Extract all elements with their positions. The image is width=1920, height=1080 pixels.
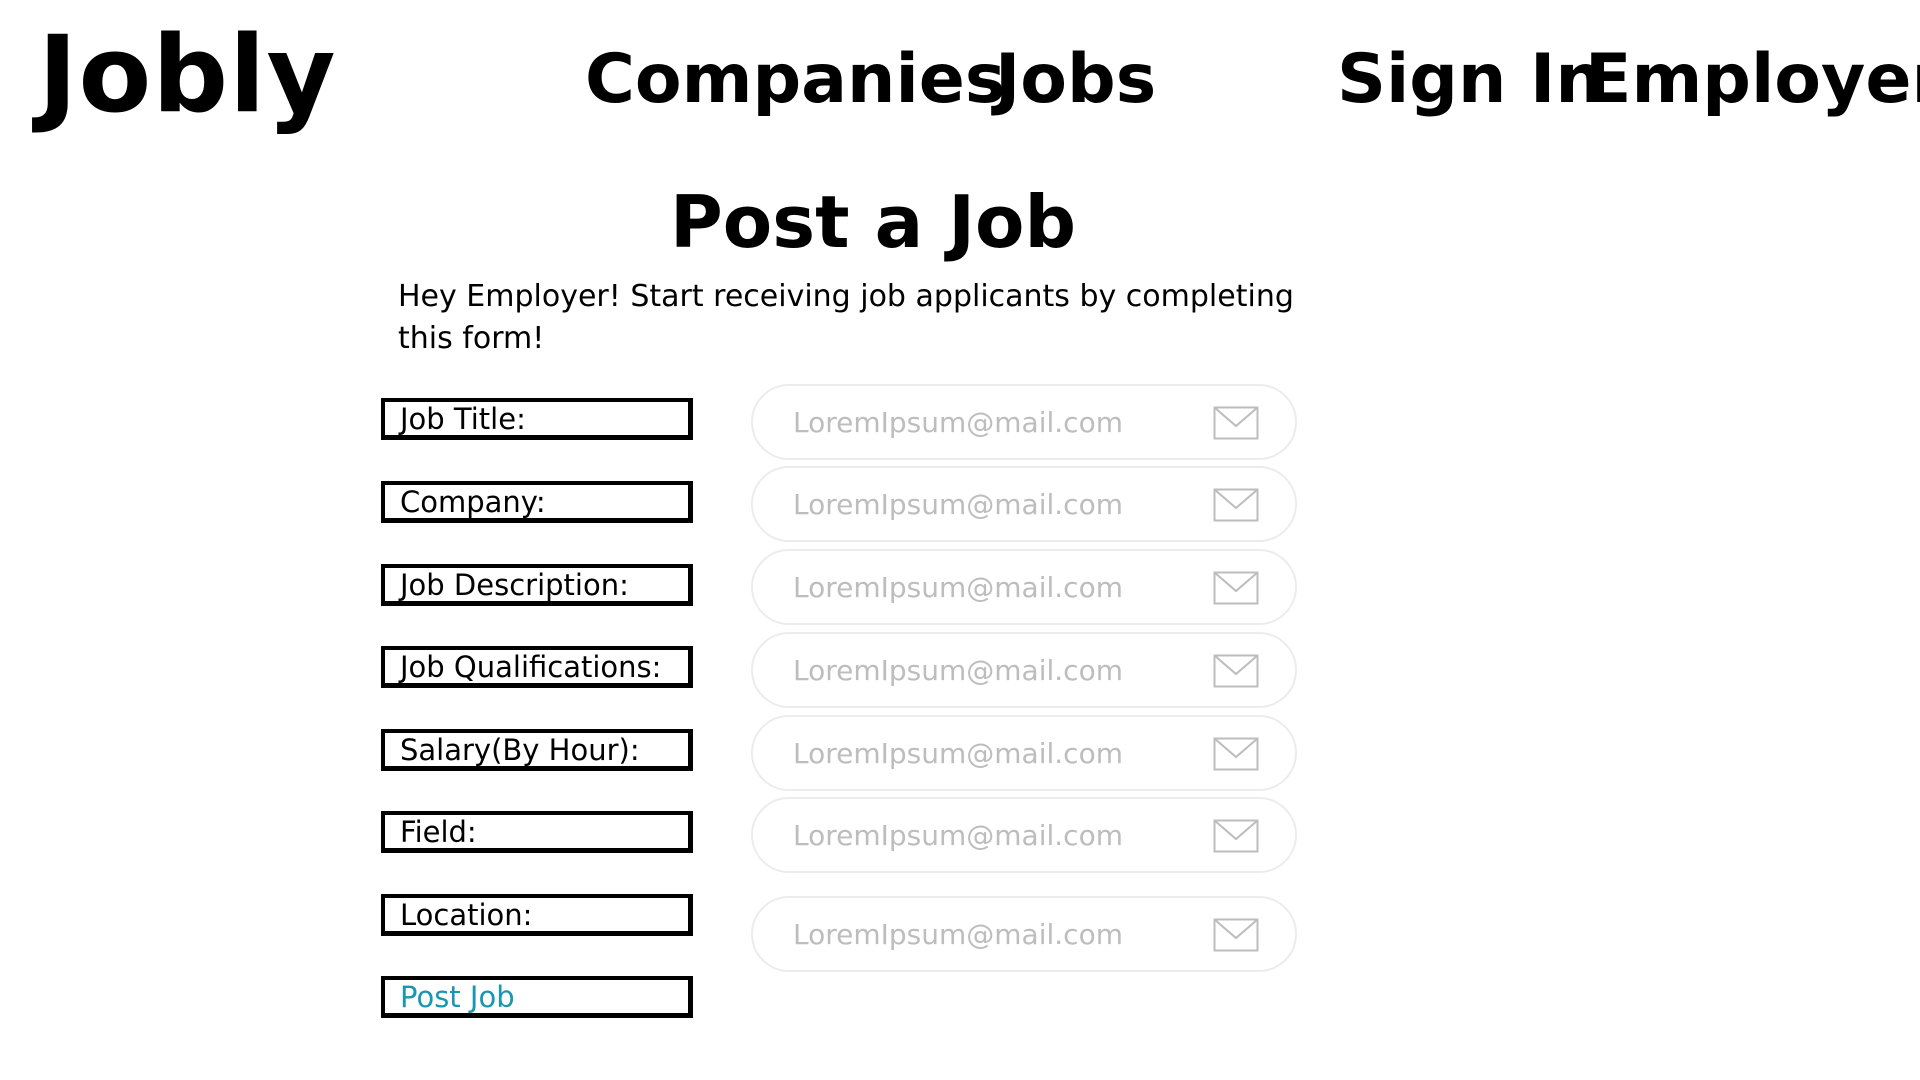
salary-input[interactable]: [793, 731, 1173, 775]
job-qualifications-label: Job Qualifications:: [381, 646, 693, 688]
salary-label: Salary(By Hour):: [381, 729, 693, 771]
salary-field[interactable]: [751, 715, 1297, 791]
company-field[interactable]: [751, 466, 1297, 542]
logo[interactable]: Jobly: [38, 22, 337, 128]
job-qualifications-input[interactable]: [793, 648, 1173, 692]
intro-text: Hey Employer! Start receiving job applic…: [398, 279, 1294, 356]
location-field[interactable]: [751, 896, 1297, 972]
mail-icon: [1213, 571, 1259, 605]
job-title-field[interactable]: [751, 384, 1297, 460]
job-description-field[interactable]: [751, 549, 1297, 625]
location-input[interactable]: [793, 912, 1173, 956]
job-description-input[interactable]: [793, 565, 1173, 609]
job-description-label: Job Description:: [381, 564, 693, 606]
mail-icon: [1213, 406, 1259, 440]
mail-icon: [1213, 737, 1259, 771]
field-field[interactable]: [751, 797, 1297, 873]
job-qualifications-field[interactable]: [751, 632, 1297, 708]
location-label: Location:: [381, 894, 693, 936]
mail-icon: [1213, 654, 1259, 688]
company-input[interactable]: [793, 482, 1173, 526]
page-title: Post a Job: [670, 180, 1077, 264]
mail-icon: [1213, 488, 1259, 522]
company-label: Company:: [381, 481, 693, 523]
nav-companies[interactable]: Companies: [585, 46, 1005, 114]
nav-sign-in[interactable]: Sign In: [1337, 46, 1604, 114]
mail-icon: [1213, 918, 1259, 952]
mail-icon: [1213, 819, 1259, 853]
post-job-button[interactable]: Post Job: [381, 976, 693, 1018]
nav-employer[interactable]: Employer: [1585, 46, 1920, 114]
field-label: Field:: [381, 811, 693, 853]
job-title-input[interactable]: [793, 400, 1173, 444]
nav-jobs[interactable]: Jobs: [995, 46, 1156, 114]
field-input[interactable]: [793, 813, 1173, 857]
job-title-label: Job Title:: [381, 398, 693, 440]
